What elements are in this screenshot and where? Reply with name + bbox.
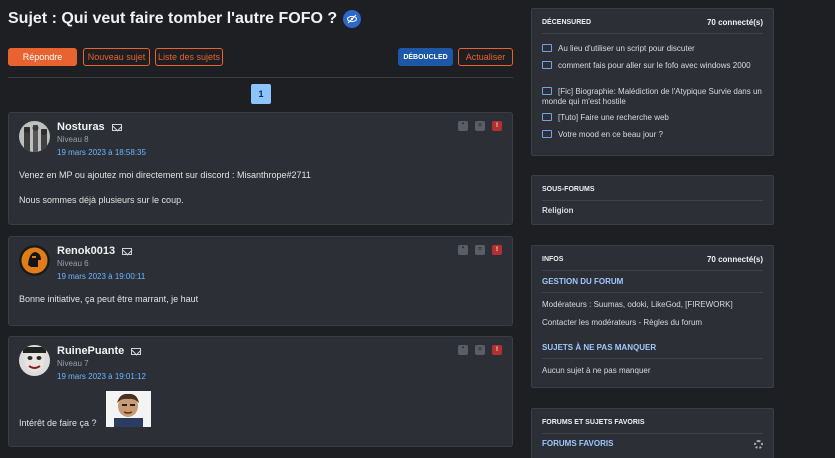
infos-panel: INFOS 70 connecté(s) GESTION DU FORUM Mo…: [531, 245, 774, 388]
post-actions: " = !: [458, 121, 502, 131]
author-row: Nosturas: [57, 121, 122, 133]
topic-title: Votre mood en ce beau jour ?: [558, 130, 663, 139]
decensured-panel: DÉCENSURED 70 connecté(s) Au lieu d'util…: [531, 8, 774, 156]
mail-icon[interactable]: [122, 247, 133, 255]
topic-link[interactable]: comment fais pour aller sur le fofo avec…: [542, 61, 763, 71]
link-icon[interactable]: =: [475, 245, 485, 255]
moderators-list[interactable]: Modérateurs : Suumas, odoki, LikeGod, [F…: [542, 300, 733, 309]
topic-title: Au lieu d'utiliser un script pour discut…: [558, 44, 695, 53]
folder-icon: [542, 130, 552, 138]
author-level: Niveau 8: [57, 135, 89, 144]
divider: [542, 358, 763, 359]
thread-title-row: Sujet : Qui veut faire tomber l'autre FO…: [8, 8, 362, 30]
quote-icon[interactable]: ": [458, 345, 468, 355]
forum-management-title: GESTION DU FORUM: [542, 277, 624, 286]
post: Renok0013 Niveau 6 19 mars 2023 à 19:00:…: [8, 236, 513, 326]
contact-rules-links[interactable]: Contacter les modérateurs - Règles du fo…: [542, 318, 702, 327]
subforums-panel: SOUS-FORUMS Religion: [531, 175, 774, 225]
panel-title: DÉCENSURED: [542, 19, 592, 26]
divider: [542, 433, 763, 434]
folder-icon: [542, 61, 552, 69]
divider: [542, 270, 763, 271]
folder-icon: [542, 113, 552, 121]
avatar[interactable]: [19, 345, 50, 376]
report-icon[interactable]: !: [492, 345, 502, 355]
post: RuinePuante Niveau 7 19 mars 2023 à 19:0…: [8, 336, 513, 447]
post-text: Bonne initiative, ça peut être marrant, …: [19, 294, 199, 304]
topic-title: [Tuto] Faire une recherche web: [558, 113, 669, 122]
page-number-1[interactable]: 1: [251, 84, 271, 104]
embedded-sticker-image[interactable]: [106, 391, 151, 427]
folder-icon: [542, 87, 552, 95]
subforum-link-religion[interactable]: Religion: [542, 206, 574, 215]
post-date[interactable]: 19 mars 2023 à 19:01:12: [57, 372, 146, 381]
online-count: 70 connecté(s): [706, 255, 763, 264]
author-level: Niveau 7: [57, 359, 89, 368]
divider: [542, 33, 763, 34]
quote-icon[interactable]: ": [458, 121, 468, 131]
topic-title: [Fic] Biographie: Malédiction de l'Atypi…: [542, 87, 762, 106]
new-topic-button[interactable]: Nouveau sujet: [83, 48, 150, 66]
post-actions: " = !: [458, 245, 502, 255]
reply-button[interactable]: Répondre: [8, 48, 77, 66]
link-icon[interactable]: =: [475, 345, 485, 355]
favorite-forums-title: FORUMS FAVORIS: [542, 439, 614, 448]
hidden-eye-icon[interactable]: [343, 10, 362, 28]
post-actions: " = !: [458, 345, 502, 355]
topic-link[interactable]: Au lieu d'utiliser un script pour discut…: [542, 44, 763, 54]
report-icon[interactable]: !: [492, 121, 502, 131]
topic-link[interactable]: [Fic] Biographie: Malédiction de l'Atypi…: [542, 87, 763, 107]
gear-icon[interactable]: [754, 440, 763, 449]
favorites-panel: FORUMS ET SUJETS FAVORIS FORUMS FAVORIS: [531, 408, 774, 458]
report-icon[interactable]: !: [492, 245, 502, 255]
quote-icon[interactable]: ": [458, 245, 468, 255]
page-title: Sujet : Qui veut faire tomber l'autre FO…: [8, 10, 338, 27]
post-text: Nous sommes déjà plusieurs sur le coup.: [19, 195, 184, 205]
author-row: Renok0013: [57, 245, 133, 257]
panel-title: INFOS: [542, 256, 564, 263]
divider: [542, 200, 763, 201]
divider: [542, 292, 763, 293]
post-text: Intérêt de faire ça ?: [19, 418, 97, 428]
mail-icon[interactable]: [131, 347, 142, 355]
topic-link[interactable]: Votre mood en ce beau jour ?: [542, 130, 763, 140]
refresh-button[interactable]: Actualiser: [458, 48, 513, 66]
online-count: 70 connecté(s): [706, 18, 763, 27]
avatar[interactable]: [19, 121, 50, 152]
author-row: RuinePuante: [57, 345, 142, 357]
topic-list-button[interactable]: Liste des sujets: [155, 48, 223, 66]
link-icon[interactable]: =: [475, 121, 485, 131]
divider: [8, 77, 513, 78]
must-see-title: SUJETS À NE PAS MANQUER: [542, 343, 657, 352]
panel-title: FORUMS ET SUJETS FAVORIS: [542, 419, 645, 426]
avatar[interactable]: [19, 245, 50, 276]
panel-title: SOUS-FORUMS: [542, 186, 595, 193]
deboucled-button[interactable]: DÉBOUCLED: [398, 48, 453, 66]
author-name[interactable]: Renok0013: [57, 245, 115, 257]
post-date[interactable]: 19 mars 2023 à 19:00:11: [57, 272, 145, 281]
topic-title: comment fais pour aller sur le fofo avec…: [558, 61, 751, 70]
author-name[interactable]: Nosturas: [57, 121, 105, 133]
author-level: Niveau 6: [57, 259, 89, 268]
folder-icon: [542, 44, 552, 52]
post-text: Venez en MP ou ajoutez moi directement s…: [19, 170, 311, 180]
no-must-see-text: Aucun sujet à ne pas manquer: [542, 366, 651, 375]
post: Nosturas Niveau 8 19 mars 2023 à 18:58:3…: [8, 112, 513, 225]
post-date[interactable]: 19 mars 2023 à 18:58:35: [57, 148, 146, 157]
topic-link[interactable]: [Tuto] Faire une recherche web: [542, 113, 763, 123]
mail-icon[interactable]: [111, 123, 122, 131]
author-name[interactable]: RuinePuante: [57, 345, 124, 357]
